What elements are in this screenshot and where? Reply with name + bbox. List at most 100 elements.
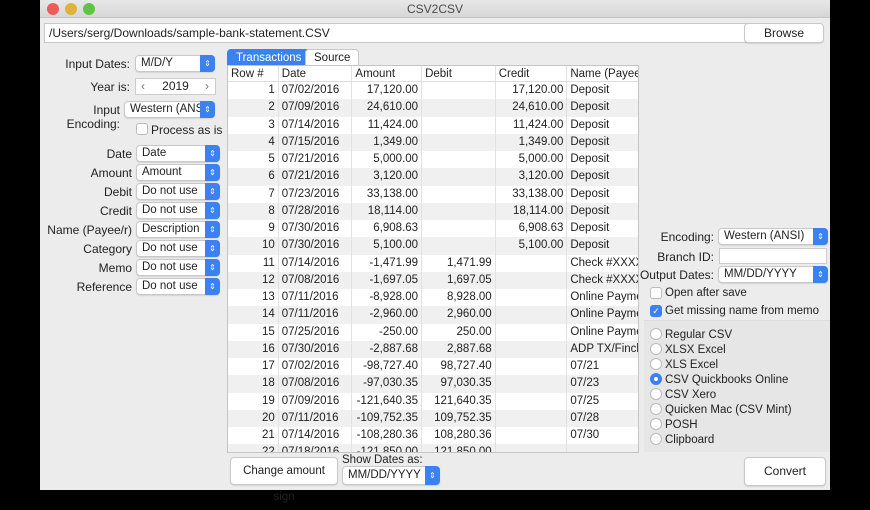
table-row[interactable]: 19 07/09/2016 -121,640.35 121,640.35 07/25 xyxy=(228,392,638,410)
radio-button[interactable] xyxy=(650,373,662,385)
format-radio[interactable]: Quicken Mac (CSV Mint) xyxy=(650,403,792,418)
chevron-updown-icon: ⇕ xyxy=(205,183,220,200)
format-radio[interactable]: CSV Xero xyxy=(650,388,716,403)
cell-row-number: 12 xyxy=(228,271,279,289)
chevron-right-icon[interactable]: › xyxy=(205,79,209,94)
radio-button[interactable] xyxy=(650,433,662,445)
cell-date: 07/18/2016 xyxy=(279,444,353,452)
radio-button[interactable] xyxy=(650,328,662,340)
cell-name: Deposit xyxy=(570,170,610,183)
format-radio[interactable]: XLSX Excel xyxy=(650,343,726,358)
cell-credit xyxy=(496,427,568,445)
table-row[interactable]: 21 07/14/2016 -108,280.36 108,280.36 07/30 xyxy=(228,427,638,445)
cell-debit: 108,280.36 xyxy=(422,427,496,445)
column-header-row[interactable]: Row # xyxy=(228,66,279,81)
mapping-select[interactable]: Date ⇕ xyxy=(136,145,220,162)
close-button[interactable] xyxy=(47,3,59,15)
table-row[interactable]: 14 07/11/2016 -2,960.00 2,960.00 Online Paym… xyxy=(228,306,638,324)
format-radio[interactable]: XLS Excel xyxy=(650,358,718,373)
column-header-debit[interactable]: Debit xyxy=(422,66,496,81)
format-radio[interactable]: POSH xyxy=(650,418,698,433)
table-row[interactable]: 3 07/14/2016 11,424.00 11,424.00 Deposit xyxy=(228,116,638,134)
input-encoding-select[interactable]: Western (ANS ⇕ xyxy=(124,101,215,118)
zoom-button[interactable] xyxy=(83,3,95,15)
radio-button[interactable] xyxy=(650,343,662,355)
cell-amount: 18,114.00 xyxy=(352,202,423,220)
cell-credit xyxy=(496,444,568,452)
table-row[interactable]: 10 07/30/2016 5,100.00 5,100.00 Deposit xyxy=(228,237,638,255)
table-row[interactable]: 6 07/21/2016 3,120.00 3,120.00 Deposit xyxy=(228,168,638,186)
table-row[interactable]: 16 07/30/2016 -2,887.68 2,887.68 ADP TX/Finc… xyxy=(228,340,638,358)
mapping-select[interactable]: Amount ⇕ xyxy=(136,164,220,181)
convert-button[interactable]: Convert xyxy=(744,457,826,486)
mapping-label: Category xyxy=(83,242,132,256)
branch-id-input[interactable] xyxy=(719,248,827,264)
file-path-input[interactable]: /Users/serg/Downloads/sample-bank-statem… xyxy=(44,23,747,43)
minimize-button[interactable] xyxy=(65,3,77,15)
mapping-select[interactable]: Do not use ⇕ xyxy=(136,278,220,295)
format-radio[interactable]: CSV Quickbooks Online xyxy=(650,373,788,388)
radio-button[interactable] xyxy=(650,388,662,400)
mapping-select[interactable]: Do not use ⇕ xyxy=(136,259,220,276)
output-dates-value: MM/DD/YYYY xyxy=(724,268,797,280)
cell-name: Online Paymen xyxy=(570,291,638,303)
column-header-amount[interactable]: Amount xyxy=(352,66,423,81)
input-dates-select[interactable]: M/D/Y ⇕ xyxy=(135,55,215,72)
get-missing-name-checkbox[interactable]: ✓ xyxy=(650,305,662,317)
table-row[interactable]: 20 07/11/2016 -109,752.35 109,752.35 07/28 xyxy=(228,409,638,427)
table-row[interactable]: 7 07/23/2016 33,138.00 33,138.00 Deposit xyxy=(228,185,638,203)
table-row[interactable]: 18 07/08/2016 -97,030.35 97,030.35 07/23 xyxy=(228,375,638,393)
mapping-select[interactable]: Do not use ⇕ xyxy=(136,202,220,219)
table-row[interactable]: 22 07/18/2016 -121,850.00 121,850.00 xyxy=(228,444,638,452)
radio-button[interactable] xyxy=(650,403,662,415)
radio-button[interactable] xyxy=(650,358,662,370)
table-row[interactable]: 1 07/02/2016 17,120.00 17,120.00 Deposit xyxy=(228,82,638,100)
table-row[interactable]: 5 07/21/2016 5,000.00 5,000.00 Deposit xyxy=(228,151,638,169)
tab-transactions[interactable]: Transactions xyxy=(227,49,311,65)
cell-row-number: 19 xyxy=(228,392,279,410)
column-header-name[interactable]: Name (Payee/ xyxy=(567,66,638,81)
cell-amount: 33,138.00 xyxy=(352,185,423,203)
cell-amount: -97,030.35 xyxy=(352,375,423,393)
column-header-credit[interactable]: Credit xyxy=(496,66,568,81)
table-row[interactable]: 13 07/11/2016 -8,928.00 8,928.00 Online Paym… xyxy=(228,289,638,307)
window-title: CSV2CSV xyxy=(406,2,464,16)
mapping-label: Debit xyxy=(103,185,132,199)
column-header-date[interactable]: Date xyxy=(279,66,353,81)
table-row[interactable]: 8 07/28/2016 18,114.00 18,114.00 Deposit xyxy=(228,202,638,220)
change-amount-sign-button[interactable]: Change amount sign xyxy=(230,457,338,503)
table-row[interactable]: 4 07/15/2016 1,349.00 1,349.00 Deposit xyxy=(228,133,638,151)
table-row[interactable]: 9 07/30/2016 6,908.63 6,908.63 Deposit xyxy=(228,220,638,238)
browse-button[interactable]: Browse xyxy=(744,23,824,43)
chevron-updown-icon: ⇕ xyxy=(205,145,220,162)
radio-button[interactable] xyxy=(650,418,662,430)
mapping-label: Credit xyxy=(99,204,132,218)
mapping-select[interactable]: Description ⇕ xyxy=(136,221,220,238)
mapping-select[interactable]: Do not use ⇕ xyxy=(136,183,220,200)
cell-row-number: 5 xyxy=(228,151,279,169)
cell-row-number: 10 xyxy=(228,237,279,255)
output-dates-label: Output Dates: xyxy=(639,268,714,282)
format-radio[interactable]: Clipboard xyxy=(650,433,714,448)
output-encoding-select[interactable]: Western (ANSI) ⇕ xyxy=(718,228,828,245)
format-radio[interactable]: Regular CSV xyxy=(650,328,732,343)
table-row[interactable]: 1507/25/2016-250.00250.00 Online Paymen xyxy=(228,323,638,341)
open-after-save-checkbox[interactable] xyxy=(650,287,662,299)
output-dates-select[interactable]: MM/DD/YYYY ⇕ xyxy=(718,266,828,283)
format-label: Quicken Mac (CSV Mint) xyxy=(665,404,792,416)
show-dates-select[interactable]: MM/DD/YYYY ⇕ xyxy=(342,466,440,485)
table-row[interactable]: 11 07/14/2016 -1,471.99 1,471.99 Check #XXXX xyxy=(228,254,638,272)
mapping-select[interactable]: Do not use ⇕ xyxy=(136,240,220,257)
chevron-updown-icon: ⇕ xyxy=(205,240,220,257)
table-row[interactable]: 2 07/09/2016 24,610.00 24,610.00 Deposit xyxy=(228,99,638,117)
cell-credit: 5,000.00 xyxy=(496,151,568,169)
cell-date: 07/11/2016 xyxy=(279,409,353,427)
cell-row-number: 2 xyxy=(228,99,279,117)
year-stepper[interactable]: ‹ 2019 › xyxy=(135,78,216,95)
chevron-left-icon[interactable]: ‹ xyxy=(141,79,145,94)
tab-source[interactable]: Source xyxy=(305,49,360,65)
process-as-is-checkbox[interactable] xyxy=(136,123,148,135)
table-row[interactable]: 17 07/02/2016 -98,727.40 98,727.40 07/21 xyxy=(228,358,638,376)
cell-date: 07/30/2016 xyxy=(279,237,353,255)
table-row[interactable]: 12 07/08/2016 -1,697.05 1,697.05 Check #XXXX xyxy=(228,271,638,289)
